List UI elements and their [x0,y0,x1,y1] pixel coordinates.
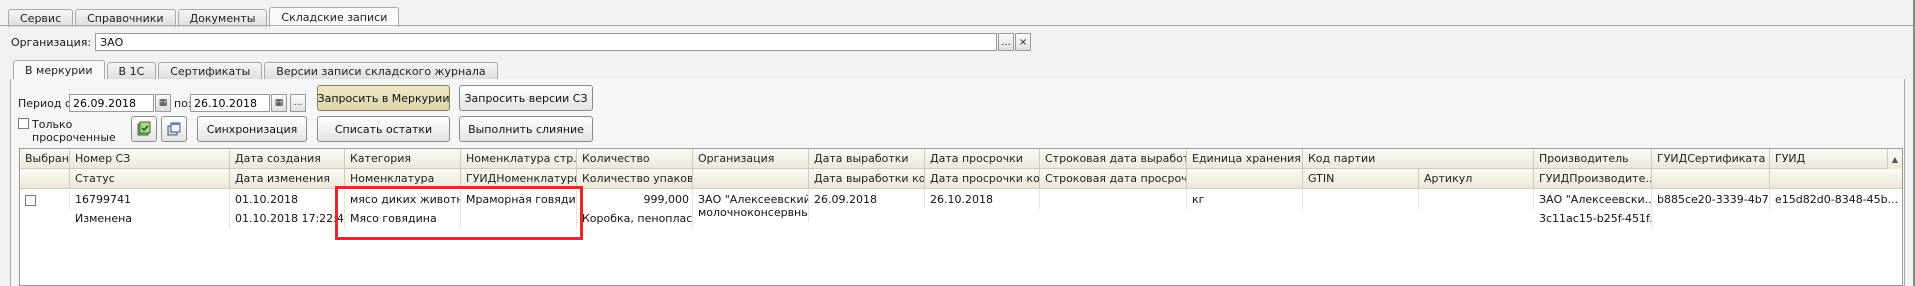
cell-nomenclature[interactable]: Мясо говядина [345,209,461,228]
cell-production-date[interactable]: 26.09.2018 [809,190,925,209]
organization-row: Организация: ... × [11,33,1032,51]
tab-divider [0,25,1915,26]
col-package-quantity[interactable]: Количество упаков... [577,169,693,189]
cell-modified[interactable]: 01.10.2018 17:22:43 [230,209,345,228]
cell-certificate-guid[interactable]: b885ce20-3339-4b7... [1652,190,1770,209]
only-expired-label: Только просроченные [32,118,116,144]
row-checkbox[interactable] [25,195,36,206]
col-certificate-guid[interactable]: ГУИДСертификата [1652,149,1770,169]
scroll-up-icon[interactable]: ▲ [1887,149,1902,169]
col-storage-unit[interactable]: Единица хранения [1187,149,1303,169]
row-select-cell[interactable] [20,191,70,210]
col-guid[interactable]: ГУИД [1770,149,1902,169]
col2-cert-empty [1652,169,1770,189]
col-production-date[interactable]: Дата выработки [809,149,925,169]
period-select-button[interactable]: ... [290,94,306,112]
tab-in-1c[interactable]: В 1С [106,62,157,80]
cell-guid[interactable]: e15d82d0-8348-45b... [1770,190,1902,209]
col-organization[interactable]: Организация [693,149,809,169]
request-versions-button[interactable]: Запросить версии СЗ [459,85,593,111]
tab-warehouse-records[interactable]: Складские записи [269,7,400,27]
top-tab-bar: Сервис Справочники Документы Складские з… [8,5,401,27]
cell-nomenclature-str[interactable]: Мраморная говяди... [461,190,577,209]
calendar-icon[interactable]: ▦ [271,94,287,112]
col-status[interactable]: Статус [70,169,230,189]
cell-producer[interactable]: ЗАО "Алексеевски... [1534,190,1652,209]
organization-label: Организация: [11,35,92,49]
request-mercury-button[interactable]: Запросить в Меркурии [317,85,450,111]
period-from-label: Период с: [18,97,75,110]
cell-producer-guid[interactable]: 3c11ac15-b25f-451f... [1534,209,1652,228]
tab-journal-versions[interactable]: Версии записи складского журнала [264,62,498,80]
col-string-expiry-date[interactable]: Строковая дата просрочки [1040,169,1187,189]
col-batch-code[interactable]: Код партии [1303,149,1534,169]
col-selected[interactable]: Выбран [20,149,70,169]
organization-input[interactable] [95,33,998,51]
checkbox-box[interactable] [18,118,29,129]
copy-windows-icon[interactable] [161,116,187,142]
col-quantity[interactable]: Количество [577,149,693,169]
col2-organization-empty [693,169,809,189]
period-from-input[interactable] [69,94,154,112]
period-to-input[interactable] [190,94,270,112]
col-nomenclature[interactable]: Номенклатура [345,169,461,189]
cell-expiry-date[interactable]: 26.10.2018 [925,190,1040,209]
cell-category[interactable]: мясо диких животн... [345,190,461,209]
only-expired-checkbox[interactable]: Только просроченные [18,118,116,144]
tab-in-mercury[interactable]: В меркурии [13,60,105,80]
write-off-button[interactable]: Списать остатки [317,116,450,142]
cell-nomenclature-guid[interactable] [461,209,577,228]
organization-select-button[interactable]: ... [998,33,1015,51]
col2-unit-empty [1187,169,1303,189]
col-producer-guid[interactable]: ГУИДПроизводите... [1534,169,1652,189]
cell-organization-cont[interactable]: молочноконсервный [693,203,809,222]
records-table[interactable]: Выбран Номер СЗ Дата создания Категория … [19,148,1903,286]
col-expiry-date[interactable]: Дата просрочки [925,149,1040,169]
col2-guid-empty [1770,169,1902,189]
col-string-production-date[interactable]: Строковая дата выработки [1040,149,1187,169]
cell-batch-code[interactable] [1303,190,1419,209]
cell-package-quantity[interactable]: Коробка, пенопласт... [577,209,693,228]
col-category[interactable]: Категория [345,149,461,169]
organization-clear-button[interactable]: × [1015,33,1032,51]
cell-created[interactable]: 01.10.2018 [230,190,345,209]
cell-batch-code-2[interactable] [1419,190,1534,209]
col-nomenclature-str[interactable]: Номенклатура стр... [461,149,577,169]
col-expiry-date-end[interactable]: Дата просрочки кон [925,169,1040,189]
cell-number[interactable]: 16799741 [70,190,230,209]
col-article[interactable]: Артикул [1419,169,1534,189]
col-modified[interactable]: Дата изменения [230,169,345,189]
calendar-icon[interactable]: ▦ [155,94,171,112]
cell-quantity[interactable]: 999,000 [577,190,693,209]
col-producer[interactable]: Производитель [1534,149,1652,169]
sync-button[interactable]: Синхронизация [197,116,307,142]
col2-empty [20,169,70,189]
period-to-label: по: [174,97,192,110]
col-number[interactable]: Номер СЗ [70,149,230,169]
merge-button[interactable]: Выполнить слияние [459,116,593,142]
document-check-icon[interactable] [131,116,157,142]
col-created[interactable]: Дата создания [230,149,345,169]
cell-status[interactable]: Изменена [70,209,230,228]
col-production-date-end[interactable]: Дата выработки кон [809,169,925,189]
col-nomenclature-guid[interactable]: ГУИДНоменклатуры [461,169,577,189]
cell-string-production-date[interactable] [1040,190,1187,209]
col-gtin[interactable]: GTIN [1303,169,1419,189]
cell-storage-unit[interactable]: кг [1187,190,1303,209]
tab-certificates[interactable]: Сертификаты [158,62,263,80]
inner-tab-bar: В меркурии В 1С Сертификаты Версии запис… [13,60,500,80]
